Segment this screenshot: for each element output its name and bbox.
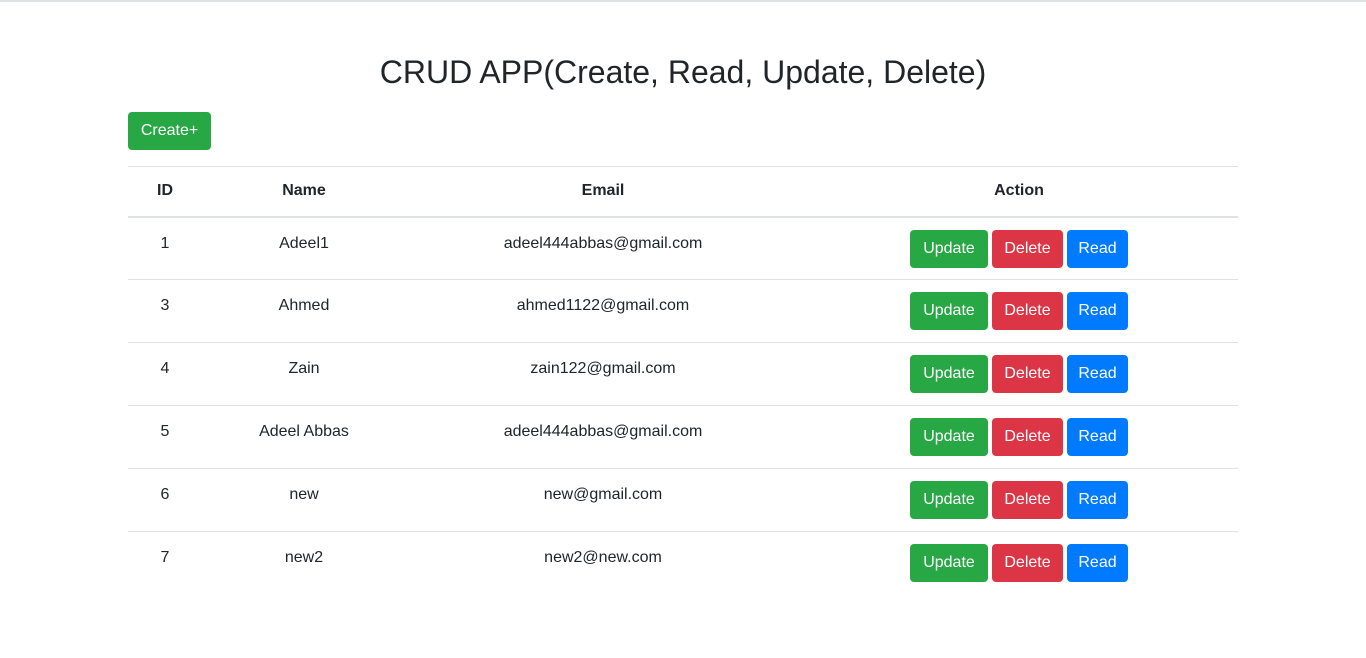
header-name: Name	[202, 166, 406, 218]
table-body: 1 Adeel1 adeel444abbas@gmail.com Update D…	[128, 216, 1238, 595]
cell-name: new	[202, 468, 406, 532]
cell-name: Zain	[202, 342, 406, 406]
update-button[interactable]: Update	[910, 229, 988, 268]
table-row: 7 new2 new2@new.com Update Delete Read	[128, 531, 1238, 595]
cell-name: new2	[202, 531, 406, 595]
read-button[interactable]: Read	[1067, 355, 1128, 393]
read-button[interactable]: Read	[1067, 544, 1128, 582]
update-button[interactable]: Update	[910, 355, 988, 393]
delete-button[interactable]: Delete	[992, 355, 1063, 393]
cell-actions: Update Delete Read	[800, 342, 1238, 406]
update-button[interactable]: Update	[910, 544, 988, 582]
cell-actions: Update Delete Read	[800, 279, 1238, 343]
cell-id: 5	[128, 405, 202, 469]
delete-button[interactable]: Delete	[992, 229, 1063, 268]
read-button[interactable]: Read	[1067, 481, 1128, 519]
page-title: CRUD APP(Create, Read, Update, Delete)	[379, 54, 987, 90]
cell-name: Ahmed	[202, 279, 406, 343]
delete-button[interactable]: Delete	[992, 418, 1063, 456]
cell-id: 7	[128, 531, 202, 595]
cell-actions: Update Delete Read	[800, 216, 1238, 280]
cell-id: 6	[128, 468, 202, 532]
header-row: ID Name Email Action	[128, 166, 1238, 218]
cell-actions: Update Delete Read	[800, 468, 1238, 532]
users-table: ID Name Email Action 1 Adeel1 adeel444ab…	[128, 166, 1238, 595]
cell-email: new2@new.com	[406, 531, 800, 595]
header-id: ID	[128, 166, 202, 218]
cell-email: adeel444abbas@gmail.com	[406, 216, 800, 280]
read-button[interactable]: Read	[1067, 292, 1128, 330]
read-button[interactable]: Read	[1067, 418, 1128, 456]
table-row: 1 Adeel1 adeel444abbas@gmail.com Update D…	[128, 216, 1238, 280]
cell-email: new@gmail.com	[406, 468, 800, 532]
cell-id: 1	[128, 216, 202, 280]
table-row: 6 new new@gmail.com Update Delete Read	[128, 468, 1238, 532]
cell-email: ahmed1122@gmail.com	[406, 279, 800, 343]
table-row: 3 Ahmed ahmed1122@gmail.com Update Delete…	[128, 279, 1238, 343]
update-button[interactable]: Update	[910, 418, 988, 456]
update-button[interactable]: Update	[910, 481, 988, 519]
update-button[interactable]: Update	[910, 292, 988, 330]
delete-button[interactable]: Delete	[992, 292, 1063, 330]
cell-actions: Update Delete Read	[800, 531, 1238, 595]
header-action: Action	[800, 166, 1238, 218]
cell-id: 3	[128, 279, 202, 343]
cell-actions: Update Delete Read	[800, 405, 1238, 469]
delete-button[interactable]: Delete	[992, 481, 1063, 519]
table-row: 5 Adeel Abbas adeel444abbas@gmail.com Up…	[128, 405, 1238, 469]
cell-email: adeel444abbas@gmail.com	[406, 405, 800, 469]
delete-button[interactable]: Delete	[992, 544, 1063, 582]
header-email: Email	[406, 166, 800, 218]
main-container: CRUD APP(Create, Read, Update, Delete) C…	[128, 0, 1238, 595]
cell-email: zain122@gmail.com	[406, 342, 800, 406]
read-button[interactable]: Read	[1067, 229, 1128, 268]
cell-id: 4	[128, 342, 202, 406]
table-header: ID Name Email Action	[128, 166, 1238, 218]
cell-name: Adeel Abbas	[202, 405, 406, 469]
cell-name: Adeel1	[202, 216, 406, 280]
create-button[interactable]: Create+	[128, 112, 211, 150]
table-row: 4 Zain zain122@gmail.com Update Delete Rea…	[128, 342, 1238, 406]
